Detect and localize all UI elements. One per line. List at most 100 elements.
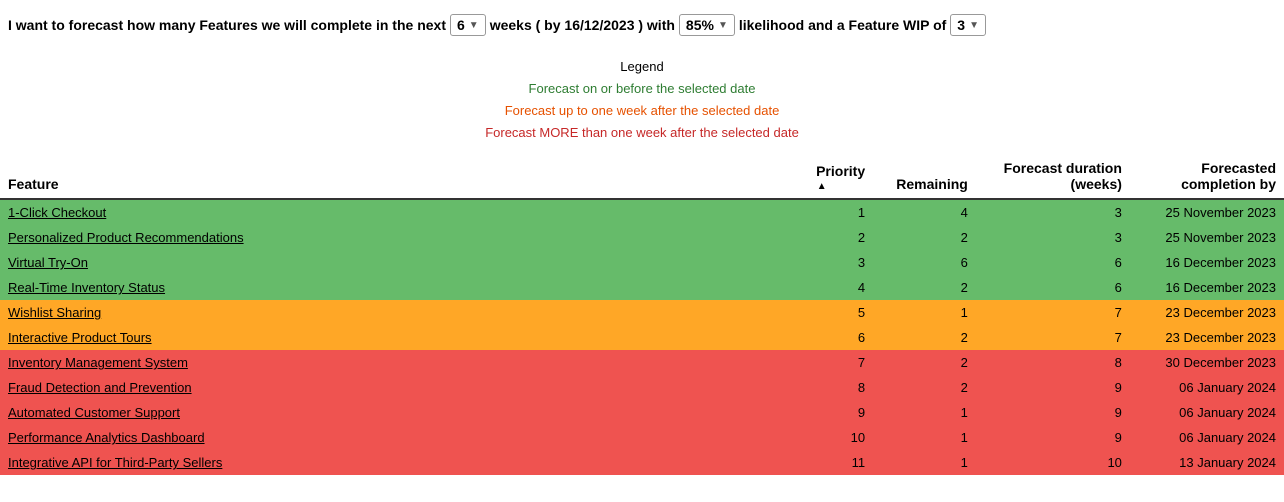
feature-completion: 23 December 2023 <box>1130 300 1284 325</box>
forecast-table: Feature Priority ▲ Remaining Forecast du… <box>0 154 1284 475</box>
feature-link[interactable]: 1-Click Checkout <box>8 205 106 220</box>
feature-forecast-duration: 9 <box>976 400 1130 425</box>
feature-remaining: 2 <box>873 350 976 375</box>
feature-remaining: 6 <box>873 250 976 275</box>
feature-name[interactable]: Fraud Detection and Prevention <box>0 375 770 400</box>
feature-name[interactable]: Wishlist Sharing <box>0 300 770 325</box>
header-priority[interactable]: Priority ▲ <box>770 154 873 199</box>
forecast-table-container: Feature Priority ▲ Remaining Forecast du… <box>0 154 1284 475</box>
feature-completion: 25 November 2023 <box>1130 199 1284 225</box>
forecast-prefix: I want to forecast how many Features we … <box>8 17 446 33</box>
feature-link[interactable]: Automated Customer Support <box>8 405 180 420</box>
feature-priority: 3 <box>770 250 873 275</box>
feature-remaining: 2 <box>873 275 976 300</box>
feature-forecast-duration: 3 <box>976 199 1130 225</box>
feature-remaining: 1 <box>873 425 976 450</box>
feature-remaining: 1 <box>873 450 976 475</box>
table-row: Integrative API for Third-Party Sellers 1… <box>0 450 1284 475</box>
feature-completion: 23 December 2023 <box>1130 325 1284 350</box>
feature-priority: 2 <box>770 225 873 250</box>
likelihood-dropdown-arrow: ▼ <box>718 20 728 31</box>
wip-dropdown-arrow: ▼ <box>969 20 979 31</box>
feature-name[interactable]: Virtual Try-On <box>0 250 770 275</box>
feature-completion: 06 January 2024 <box>1130 400 1284 425</box>
feature-priority: 7 <box>770 350 873 375</box>
header-forecast-duration: Forecast duration (weeks) <box>976 154 1130 199</box>
table-row: Inventory Management System 72830 Decembe… <box>0 350 1284 375</box>
feature-remaining: 4 <box>873 199 976 225</box>
feature-priority: 6 <box>770 325 873 350</box>
table-row: Fraud Detection and Prevention 82906 Janu… <box>0 375 1284 400</box>
feature-name[interactable]: Integrative API for Third-Party Sellers <box>0 450 770 475</box>
table-row: Performance Analytics Dashboard 101906 Ja… <box>0 425 1284 450</box>
feature-forecast-duration: 8 <box>976 350 1130 375</box>
likelihood-dropdown[interactable]: 85% ▼ <box>679 14 735 36</box>
feature-priority: 4 <box>770 275 873 300</box>
feature-forecast-duration: 10 <box>976 450 1130 475</box>
feature-completion: 06 January 2024 <box>1130 375 1284 400</box>
legend-orange: Forecast up to one week after the select… <box>0 100 1284 122</box>
feature-completion: 16 December 2023 <box>1130 275 1284 300</box>
feature-remaining: 2 <box>873 325 976 350</box>
feature-link[interactable]: Performance Analytics Dashboard <box>8 430 205 445</box>
feature-forecast-duration: 7 <box>976 300 1130 325</box>
feature-completion: 13 January 2024 <box>1130 450 1284 475</box>
table-row: Real-Time Inventory Status 42616 December… <box>0 275 1284 300</box>
feature-link[interactable]: Fraud Detection and Prevention <box>8 380 192 395</box>
feature-remaining: 2 <box>873 375 976 400</box>
forecast-bar: I want to forecast how many Features we … <box>0 0 1284 50</box>
feature-name[interactable]: Personalized Product Recommendations <box>0 225 770 250</box>
feature-link[interactable]: Interactive Product Tours <box>8 330 152 345</box>
feature-link[interactable]: Integrative API for Third-Party Sellers <box>8 455 222 470</box>
feature-name[interactable]: Inventory Management System <box>0 350 770 375</box>
feature-forecast-duration: 6 <box>976 250 1130 275</box>
feature-name[interactable]: Real-Time Inventory Status <box>0 275 770 300</box>
legend-title: Legend <box>0 56 1284 78</box>
feature-link[interactable]: Real-Time Inventory Status <box>8 280 165 295</box>
feature-priority: 8 <box>770 375 873 400</box>
feature-completion: 25 November 2023 <box>1130 225 1284 250</box>
likelihood-suffix: likelihood and a Feature WIP of <box>739 17 946 33</box>
table-row: Wishlist Sharing 51723 December 2023 <box>0 300 1284 325</box>
table-row: 1-Click Checkout 14325 November 2023 <box>0 199 1284 225</box>
weeks-label: weeks ( by 16/12/2023 ) with <box>490 17 675 33</box>
feature-remaining: 2 <box>873 225 976 250</box>
feature-name[interactable]: Interactive Product Tours <box>0 325 770 350</box>
weeks-dropdown[interactable]: 6 ▼ <box>450 14 486 36</box>
header-remaining: Remaining <box>873 154 976 199</box>
feature-forecast-duration: 9 <box>976 375 1130 400</box>
feature-forecast-duration: 7 <box>976 325 1130 350</box>
header-forecasted-completion: Forecasted completion by <box>1130 154 1284 199</box>
feature-link[interactable]: Personalized Product Recommendations <box>8 230 244 245</box>
feature-forecast-duration: 9 <box>976 425 1130 450</box>
feature-link[interactable]: Virtual Try-On <box>8 255 88 270</box>
feature-remaining: 1 <box>873 400 976 425</box>
weeks-value: 6 <box>457 17 465 33</box>
feature-forecast-duration: 6 <box>976 275 1130 300</box>
feature-priority: 11 <box>770 450 873 475</box>
legend: Legend Forecast on or before the selecte… <box>0 50 1284 154</box>
table-row: Automated Customer Support91906 January … <box>0 400 1284 425</box>
feature-name[interactable]: Automated Customer Support <box>0 400 770 425</box>
feature-priority: 1 <box>770 199 873 225</box>
legend-red: Forecast MORE than one week after the se… <box>0 122 1284 144</box>
feature-link[interactable]: Wishlist Sharing <box>8 305 101 320</box>
table-header-row: Feature Priority ▲ Remaining Forecast du… <box>0 154 1284 199</box>
feature-name[interactable]: 1-Click Checkout <box>0 199 770 225</box>
table-row: Interactive Product Tours 62723 December … <box>0 325 1284 350</box>
feature-completion: 16 December 2023 <box>1130 250 1284 275</box>
feature-link[interactable]: Inventory Management System <box>8 355 188 370</box>
likelihood-value: 85% <box>686 17 714 33</box>
feature-remaining: 1 <box>873 300 976 325</box>
table-row: Virtual Try-On36616 December 2023 <box>0 250 1284 275</box>
feature-priority: 9 <box>770 400 873 425</box>
wip-dropdown[interactable]: 3 ▼ <box>950 14 986 36</box>
feature-completion: 30 December 2023 <box>1130 350 1284 375</box>
feature-forecast-duration: 3 <box>976 225 1130 250</box>
feature-completion: 06 January 2024 <box>1130 425 1284 450</box>
feature-name[interactable]: Performance Analytics Dashboard <box>0 425 770 450</box>
feature-priority: 5 <box>770 300 873 325</box>
weeks-dropdown-arrow: ▼ <box>469 20 479 31</box>
priority-sort-icon: ▲ <box>778 181 865 192</box>
feature-priority: 10 <box>770 425 873 450</box>
